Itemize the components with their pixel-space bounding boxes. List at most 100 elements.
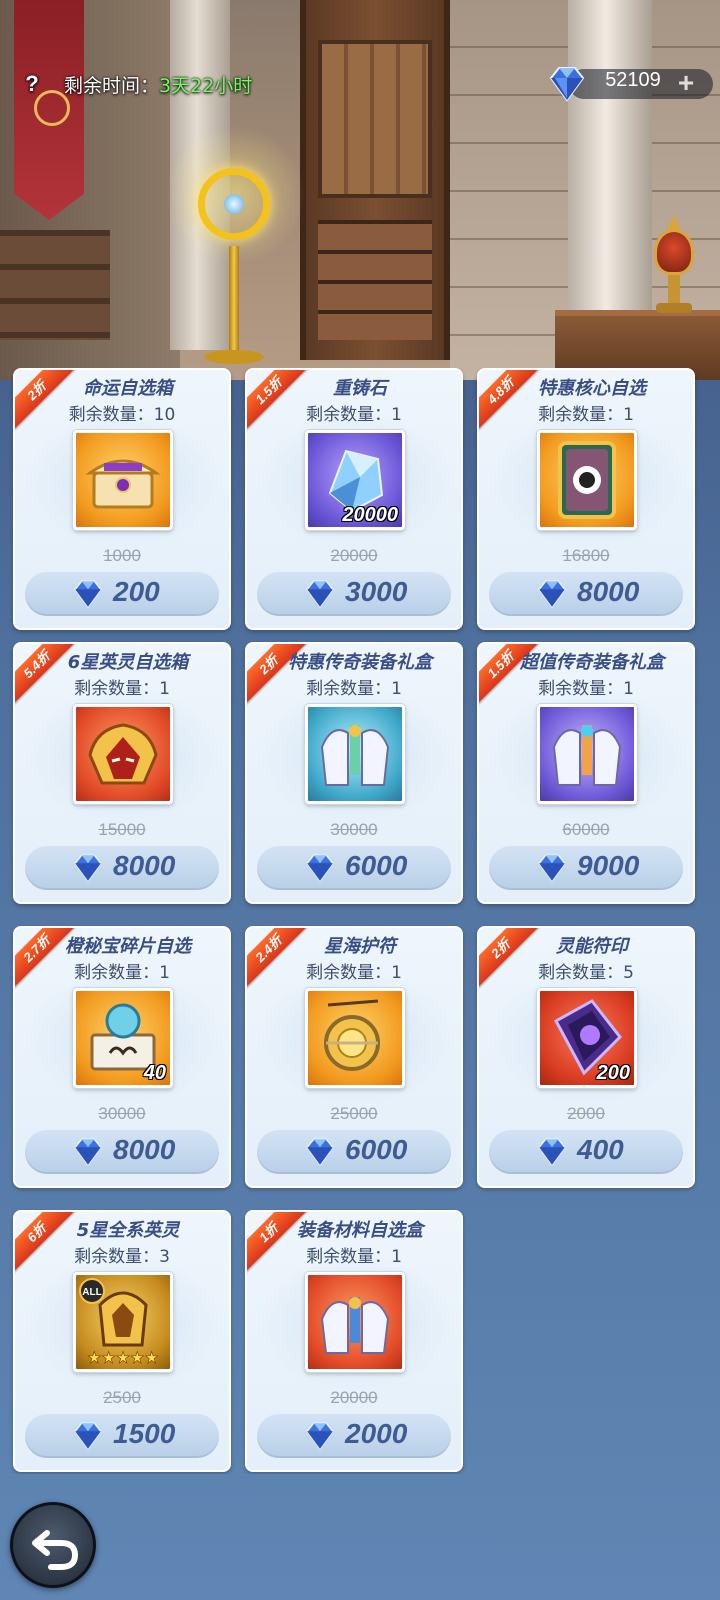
diamond-icon xyxy=(74,1422,102,1451)
item-stock: 剩余数量：1 xyxy=(538,679,634,699)
remaining-time-value: 3天22小时 xyxy=(159,75,253,97)
buy-button[interactable]: 400 xyxy=(489,1130,683,1174)
item-name: 橙秘宝碎片自选 xyxy=(65,936,191,956)
diamond-icon xyxy=(549,67,585,102)
library-background xyxy=(0,0,720,380)
item-stock: 剩余数量：1 xyxy=(306,679,402,699)
item-quantity: 20000 xyxy=(342,504,398,526)
sale-price: 400 xyxy=(577,1134,624,1165)
item-stock: 剩余数量：1 xyxy=(74,963,170,983)
buy-button[interactable]: 9000 xyxy=(489,846,683,890)
item-name: 装备材料自选盒 xyxy=(297,1220,423,1240)
sale-price: 8000 xyxy=(113,850,176,881)
diamond-icon xyxy=(74,1138,102,1167)
star-rating: ★★★★★ xyxy=(87,1348,159,1367)
amulet-icon[interactable] xyxy=(305,988,405,1088)
item-name: 命运自选箱 xyxy=(83,378,173,398)
buy-button[interactable]: 8000 xyxy=(25,846,219,890)
original-price: 2000 xyxy=(567,1104,605,1123)
item-stock: 剩余数量：1 xyxy=(306,1247,402,1267)
sale-price: 3000 xyxy=(345,576,408,607)
original-price: 1000 xyxy=(103,546,141,565)
center-bookcase xyxy=(300,0,450,360)
top-bar: ? 剩余时间：3天22小时 52109 + xyxy=(0,62,720,106)
item-stock: 剩余数量：1 xyxy=(306,963,402,983)
shop-item-card[interactable]: 2折 灵能符印 剩余数量：5 200 2000 400 xyxy=(477,926,695,1188)
psionic-seal-icon[interactable]: 200 xyxy=(537,988,637,1088)
original-price: 16800 xyxy=(562,546,610,565)
armor-giftbox-icon[interactable] xyxy=(305,704,405,804)
sale-price: 8000 xyxy=(577,576,640,607)
remaining-time: 剩余时间：3天22小时 xyxy=(64,71,252,99)
golden-orb-stand xyxy=(165,125,305,370)
item-stock: 剩余数量：1 xyxy=(538,405,634,425)
add-currency-icon[interactable]: + xyxy=(673,69,699,97)
shop-item-card[interactable]: 1.5折 超值传奇装备礼盒 剩余数量：1 60000 9000 xyxy=(477,642,695,904)
original-price: 20000 xyxy=(330,546,378,565)
shop-item-card[interactable]: 4.8折 特惠核心自选 剩余数量：1 16800 8000 xyxy=(477,368,695,630)
shop-item-card[interactable]: 1折 装备材料自选盒 剩余数量：1 20000 2000 xyxy=(245,1210,463,1472)
item-name: 灵能符印 xyxy=(556,936,628,956)
all-hero-icon[interactable]: ALL ★★★★★ xyxy=(73,1272,173,1372)
diamond-icon xyxy=(306,1138,334,1167)
sale-price: 6000 xyxy=(345,1134,408,1165)
diamond-icon xyxy=(306,1422,334,1451)
original-price: 20000 xyxy=(330,1388,378,1407)
armor-giftbox-icon[interactable] xyxy=(537,704,637,804)
buy-button[interactable]: 200 xyxy=(25,572,219,616)
buy-button[interactable]: 6000 xyxy=(257,846,451,890)
left-bookshelf xyxy=(0,230,110,340)
crystal-stone-icon[interactable]: 20000 xyxy=(305,430,405,530)
treasure-fragment-icon[interactable]: 40 xyxy=(73,988,173,1088)
equipment-material-icon[interactable] xyxy=(305,1272,405,1372)
sale-price: 9000 xyxy=(577,850,640,881)
treasure-chest-icon[interactable] xyxy=(73,430,173,530)
shop-item-card[interactable]: 5.4折 6星英灵自选箱 剩余数量：1 15000 8000 xyxy=(13,642,231,904)
core-card-icon[interactable] xyxy=(537,430,637,530)
item-name: 5星全系英灵 xyxy=(76,1220,180,1240)
ornate-lamp xyxy=(650,215,698,315)
sale-price: 8000 xyxy=(113,1134,176,1165)
shop-item-card[interactable]: 2.4折 星海护符 剩余数量：1 25000 6000 xyxy=(245,926,463,1188)
shop-grid: 2折 命运自选箱 剩余数量：10 1000 200 1.5折 重铸石 剩余数量：… xyxy=(0,368,720,1474)
original-price: 60000 xyxy=(562,820,610,839)
remaining-time-label: 剩余时间： xyxy=(64,75,160,97)
item-stock: 剩余数量：1 xyxy=(74,679,170,699)
buy-button[interactable]: 3000 xyxy=(257,572,451,616)
item-name: 特惠传奇装备礼盒 xyxy=(288,652,432,672)
shop-item-card[interactable]: 2.7折 橙秘宝碎片自选 剩余数量：1 40 30000 8000 xyxy=(13,926,231,1188)
item-name: 超值传奇装备礼盒 xyxy=(520,652,664,672)
item-name: 6星英灵自选箱 xyxy=(67,652,189,672)
buy-button[interactable]: 1500 xyxy=(25,1414,219,1458)
diamond-icon xyxy=(74,854,102,883)
diamond-icon xyxy=(306,854,334,883)
shop-item-card[interactable]: 6折 5星全系英灵 剩余数量：3 ALL ★★★★★ 2500 1500 xyxy=(13,1210,231,1472)
item-stock: 剩余数量：3 xyxy=(74,1247,170,1267)
shop-item-card[interactable]: 2折 特惠传奇装备礼盒 剩余数量：1 30000 6000 xyxy=(245,642,463,904)
buy-button[interactable]: 8000 xyxy=(25,1130,219,1174)
buy-button[interactable]: 6000 xyxy=(257,1130,451,1174)
diamond-icon xyxy=(74,580,102,609)
sale-price: 1500 xyxy=(113,1418,176,1449)
sale-price: 6000 xyxy=(345,850,408,881)
item-name: 重铸石 xyxy=(333,378,387,398)
diamond-icon xyxy=(306,580,334,609)
sale-price: 2000 xyxy=(345,1418,408,1449)
buy-button[interactable]: 2000 xyxy=(257,1414,451,1458)
item-name: 星海护符 xyxy=(324,936,396,956)
original-price: 25000 xyxy=(330,1104,378,1123)
hero-mask-icon[interactable] xyxy=(73,704,173,804)
back-button[interactable] xyxy=(10,1502,96,1588)
shop-item-card[interactable]: 1.5折 重铸石 剩余数量：1 20000 20000 3000 xyxy=(245,368,463,630)
buy-button[interactable]: 8000 xyxy=(489,572,683,616)
shop-item-card[interactable]: 2折 命运自选箱 剩余数量：10 1000 200 xyxy=(13,368,231,630)
original-price: 15000 xyxy=(98,820,146,839)
help-icon[interactable]: ? xyxy=(18,70,46,98)
item-stock: 剩余数量：1 xyxy=(306,405,402,425)
item-stock: 剩余数量：5 xyxy=(538,963,634,983)
diamond-icon xyxy=(538,580,566,609)
red-banner xyxy=(14,0,84,220)
item-stock: 剩余数量：10 xyxy=(68,405,176,425)
currency-display: 52109 + xyxy=(545,66,713,102)
diamond-icon xyxy=(538,1138,566,1167)
